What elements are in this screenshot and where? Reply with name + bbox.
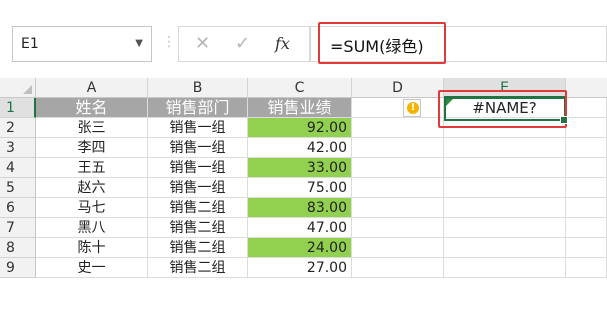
- cell-c[interactable]: 24.00: [248, 238, 352, 258]
- row-header[interactable]: 2: [0, 118, 36, 138]
- cell-d[interactable]: [352, 258, 444, 278]
- cell-a[interactable]: 李四: [36, 138, 148, 158]
- cell-e[interactable]: [444, 218, 566, 238]
- cell-c[interactable]: 27.00: [248, 258, 352, 278]
- cell-d[interactable]: [352, 198, 444, 218]
- row-header[interactable]: 1: [0, 98, 36, 118]
- cell-f[interactable]: [566, 118, 607, 138]
- column-header-b[interactable]: B: [148, 78, 248, 98]
- cell-c[interactable]: 83.00: [248, 198, 352, 218]
- cell-b[interactable]: 销售二组: [148, 238, 248, 258]
- cell-d[interactable]: [352, 218, 444, 238]
- cell-c[interactable]: 42.00: [248, 138, 352, 158]
- cell-e[interactable]: [444, 158, 566, 178]
- cell-f[interactable]: [566, 178, 607, 198]
- cell-c[interactable]: 47.00: [248, 218, 352, 238]
- cell-f[interactable]: [566, 198, 607, 218]
- cell-b[interactable]: 销售一组: [148, 118, 248, 138]
- cell-c[interactable]: 92.00: [248, 118, 352, 138]
- row-header[interactable]: 9: [0, 258, 36, 278]
- column-header-f[interactable]: [566, 78, 607, 98]
- cell-e[interactable]: [444, 138, 566, 158]
- cell-a[interactable]: 赵六: [36, 178, 148, 198]
- cell-a[interactable]: 马七: [36, 198, 148, 218]
- cell-b[interactable]: 销售二组: [148, 218, 248, 238]
- cell-e[interactable]: [444, 258, 566, 278]
- cell-f[interactable]: [566, 258, 607, 278]
- cell-a[interactable]: 史一: [36, 258, 148, 278]
- column-header-a[interactable]: A: [36, 78, 148, 98]
- check-icon[interactable]: ✓: [235, 33, 250, 54]
- cell-b[interactable]: 销售二组: [148, 198, 248, 218]
- formula-text[interactable]: =SUM(绿色): [330, 33, 424, 57]
- cell-f[interactable]: [566, 218, 607, 238]
- cell-d[interactable]: [352, 138, 444, 158]
- exclamation-icon: !: [407, 102, 419, 114]
- formula-bar: E1 ▼ ⋮ ✕ ✓ fx =SUM(绿色): [0, 0, 607, 78]
- header-cell-b[interactable]: 销售部门: [148, 98, 248, 118]
- cell-a[interactable]: 陈十: [36, 238, 148, 258]
- cell-b[interactable]: 销售一组: [148, 138, 248, 158]
- name-box-value: E1: [21, 36, 39, 52]
- cell-d[interactable]: [352, 238, 444, 258]
- fill-handle[interactable]: [560, 116, 568, 124]
- row-header[interactable]: 7: [0, 218, 36, 238]
- cell-f[interactable]: [566, 238, 607, 258]
- cell-b[interactable]: 销售二组: [148, 258, 248, 278]
- row-header[interactable]: 5: [0, 178, 36, 198]
- cell-a[interactable]: 王五: [36, 158, 148, 178]
- row-header[interactable]: 6: [0, 198, 36, 218]
- header-cell-c[interactable]: 销售业绩: [248, 98, 352, 118]
- cell-a[interactable]: 黑八: [36, 218, 148, 238]
- cell-e[interactable]: [444, 178, 566, 198]
- cell-e[interactable]: [444, 238, 566, 258]
- formula-buttons: ✕ ✓ fx: [178, 26, 310, 62]
- row-header[interactable]: 3: [0, 138, 36, 158]
- header-cell-a[interactable]: 姓名: [36, 98, 148, 118]
- name-box[interactable]: E1 ▼: [12, 26, 152, 62]
- column-header-d[interactable]: D: [352, 78, 444, 98]
- cell-f[interactable]: [566, 138, 607, 158]
- error-cell-highlight-box: [438, 90, 567, 128]
- cell-a[interactable]: 张三: [36, 118, 148, 138]
- close-icon[interactable]: ✕: [195, 33, 210, 54]
- cell-b[interactable]: 销售一组: [148, 158, 248, 178]
- insert-function-button[interactable]: fx: [275, 34, 290, 53]
- warning-icon[interactable]: !: [403, 99, 421, 117]
- header-cell-d[interactable]: [352, 98, 444, 118]
- formula-bar-separator: ⋮: [162, 34, 176, 50]
- cell-e[interactable]: [444, 198, 566, 218]
- column-header-c[interactable]: C: [248, 78, 352, 98]
- cell-c[interactable]: 33.00: [248, 158, 352, 178]
- cell-d[interactable]: [352, 158, 444, 178]
- header-cell-f[interactable]: [566, 98, 607, 118]
- cell-b[interactable]: 销售一组: [148, 178, 248, 198]
- row-header[interactable]: 4: [0, 158, 36, 178]
- chevron-down-icon[interactable]: ▼: [135, 27, 143, 61]
- cell-d[interactable]: [352, 178, 444, 198]
- cell-d[interactable]: [352, 118, 444, 138]
- cell-c[interactable]: 75.00: [248, 178, 352, 198]
- select-all-button[interactable]: [0, 78, 36, 98]
- formula-highlight-box: =SUM(绿色): [318, 22, 446, 64]
- row-header[interactable]: 8: [0, 238, 36, 258]
- cell-f[interactable]: [566, 158, 607, 178]
